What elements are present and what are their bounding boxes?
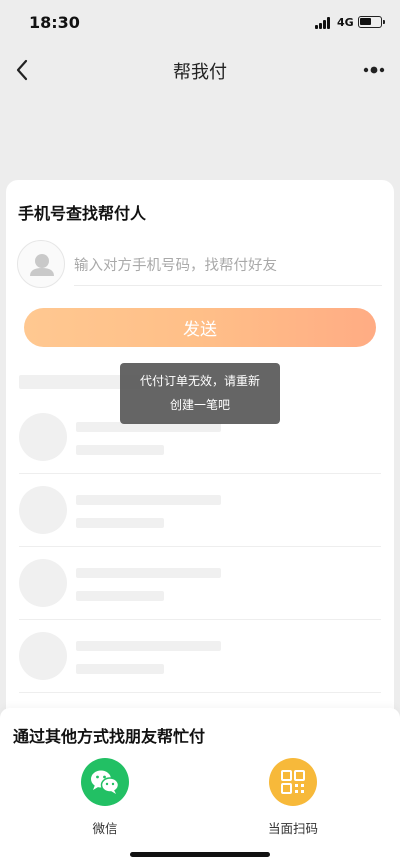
battery-level	[360, 18, 371, 25]
signal-icon	[315, 17, 333, 29]
status-time: 18:30	[29, 13, 80, 32]
home-indicator	[130, 852, 270, 857]
send-button[interactable]: 发送	[24, 308, 376, 347]
qr-code-icon	[269, 758, 317, 806]
other-methods-title: 通过其他方式找朋友帮忙付	[13, 727, 206, 746]
battery-icon	[358, 16, 385, 28]
scan-label: 当面扫码	[267, 821, 318, 836]
toast-line-1: 代付订单无效，请重新	[139, 374, 260, 388]
skeleton-row	[19, 474, 381, 547]
user-avatar-icon	[30, 254, 54, 276]
error-toast: 代付订单无效，请重新 创建一笔吧	[120, 363, 280, 424]
other-methods-sheet: 通过其他方式找朋友帮忙付 微信 当面扫码	[0, 708, 400, 865]
avatar	[17, 240, 65, 288]
status-bar: 18:30 4G	[0, 0, 400, 46]
nav-bar: 帮我付	[0, 46, 400, 94]
skeleton-row	[19, 620, 381, 693]
wechat-label: 微信	[92, 821, 118, 836]
more-options-icon[interactable]	[360, 60, 388, 80]
wechat-share-button[interactable]: 微信	[65, 758, 145, 838]
section-title: 手机号查找帮付人	[18, 204, 147, 223]
page-title: 帮我付	[173, 62, 227, 83]
toast-line-2: 创建一笔吧	[169, 398, 230, 412]
qr-scan-button[interactable]: 当面扫码	[253, 758, 333, 838]
network-label: 4G	[337, 16, 354, 29]
phone-input[interactable]	[74, 246, 382, 286]
wechat-icon	[81, 758, 129, 806]
skeleton-row	[19, 547, 381, 620]
